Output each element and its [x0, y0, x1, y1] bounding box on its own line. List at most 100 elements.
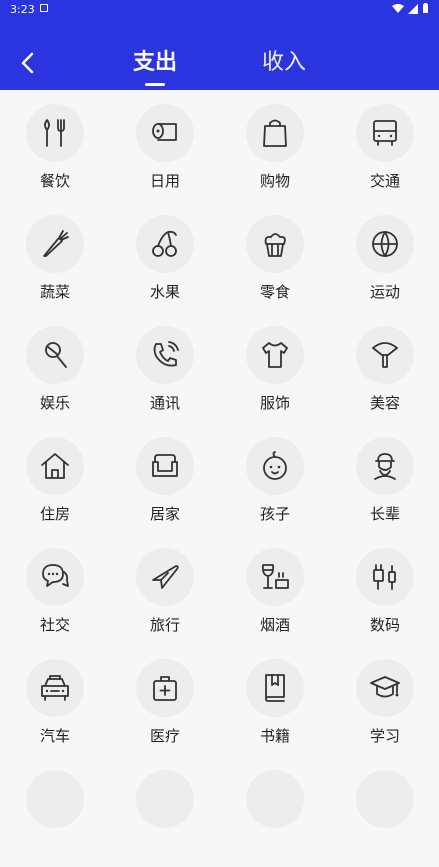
category-item[interactable]: 医疗 — [110, 645, 220, 756]
category-icon-circle — [136, 215, 194, 273]
category-item[interactable]: 交通 — [330, 90, 439, 201]
category-label: 居家 — [149, 505, 180, 523]
tab-expense[interactable]: 支出 — [133, 44, 177, 76]
category-item[interactable]: 美容 — [330, 312, 439, 423]
category-label: 美容 — [369, 394, 400, 412]
category-label: 汽车 — [39, 727, 70, 745]
category-item[interactable]: 零食 — [220, 201, 330, 312]
category-item[interactable]: 长辈 — [330, 423, 439, 534]
category-item[interactable]: 购物 — [220, 90, 330, 201]
category-label: 书籍 — [259, 727, 290, 745]
category-item-partial[interactable] — [220, 756, 330, 867]
category-item[interactable]: 通讯 — [110, 312, 220, 423]
category-label: 长辈 — [369, 505, 400, 523]
category-item[interactable]: 娱乐 — [0, 312, 110, 423]
bus-icon — [373, 120, 397, 146]
car-icon — [41, 675, 69, 701]
category-label: 服饰 — [259, 394, 290, 412]
category-icon-circle — [26, 326, 84, 384]
tissue-roll-icon — [152, 123, 177, 141]
category-icon-circle — [246, 659, 304, 717]
category-item[interactable]: 旅行 — [110, 534, 220, 645]
fan-brush-icon — [372, 342, 398, 368]
category-label: 孩子 — [259, 505, 290, 523]
active-tab-indicator — [145, 83, 165, 86]
status-time: 3:23 — [10, 3, 35, 16]
category-item[interactable]: 蔬菜 — [0, 201, 110, 312]
category-item[interactable]: 书籍 — [220, 645, 330, 756]
signal-icon — [408, 3, 418, 14]
category-item-partial[interactable] — [330, 756, 439, 867]
graduation-cap-icon — [370, 676, 400, 698]
category-label: 学习 — [369, 727, 400, 745]
category-label: 日用 — [149, 172, 180, 190]
category-item[interactable]: 餐饮 — [0, 90, 110, 201]
wifi-icon — [392, 3, 404, 13]
category-icon-circle — [246, 215, 304, 273]
book-icon — [265, 674, 285, 702]
category-item[interactable]: 服饰 — [220, 312, 330, 423]
category-item[interactable]: 学习 — [330, 645, 439, 756]
shopping-bag-icon — [263, 119, 287, 147]
battery-icon — [423, 3, 428, 13]
category-item-partial[interactable] — [110, 756, 220, 867]
category-item[interactable]: 汽车 — [0, 645, 110, 756]
sofa-icon — [152, 454, 178, 477]
category-icon-circle — [356, 104, 414, 162]
category-icon-circle — [356, 659, 414, 717]
chat-bubbles-icon — [42, 564, 69, 587]
category-label: 住房 — [39, 505, 70, 523]
category-icon-circle — [136, 104, 194, 162]
airplane-icon — [152, 565, 179, 589]
category-item[interactable]: 社交 — [0, 534, 110, 645]
category-item[interactable]: 水果 — [110, 201, 220, 312]
notification-icon — [40, 4, 48, 12]
microphone-icon — [45, 342, 67, 368]
tab-income[interactable]: 收入 — [262, 44, 306, 76]
category-icon-circle — [136, 437, 194, 495]
back-arrow-icon[interactable] — [14, 48, 42, 76]
category-item[interactable]: 住房 — [0, 423, 110, 534]
cherry-icon — [152, 230, 177, 257]
carrot-icon — [43, 230, 69, 257]
baby-face-icon — [263, 451, 287, 480]
category-icon-circle — [136, 326, 194, 384]
category-icon-circle — [356, 548, 414, 606]
category-icon-circle — [246, 437, 304, 495]
category-label: 通讯 — [149, 394, 180, 412]
category-item-partial[interactable] — [0, 756, 110, 867]
category-item[interactable]: 居家 — [110, 423, 220, 534]
category-label: 交通 — [369, 172, 400, 190]
category-label: 购物 — [259, 172, 290, 190]
basketball-icon — [372, 231, 398, 257]
category-label: 社交 — [39, 616, 70, 634]
category-icon-circle — [26, 770, 84, 828]
category-icon-circle — [136, 770, 194, 828]
category-icon-circle — [246, 770, 304, 828]
category-label: 蔬菜 — [39, 283, 70, 301]
category-label: 数码 — [369, 616, 400, 634]
category-label: 餐饮 — [39, 172, 70, 190]
system-icons — [392, 3, 429, 14]
category-label: 娱乐 — [39, 394, 70, 412]
category-icon-circle — [356, 437, 414, 495]
category-icon-circle — [356, 326, 414, 384]
medical-bag-icon — [153, 676, 177, 701]
category-icon-circle — [26, 437, 84, 495]
phone-icon — [153, 341, 179, 367]
category-item[interactable]: 日用 — [110, 90, 220, 201]
cupcake-icon — [264, 233, 286, 257]
category-label: 零食 — [259, 283, 290, 301]
header: 支出 收入 — [0, 20, 439, 90]
category-item[interactable]: 数码 — [330, 534, 439, 645]
category-item[interactable]: 运动 — [330, 201, 439, 312]
category-item[interactable]: 烟酒 — [220, 534, 330, 645]
category-label: 医疗 — [149, 727, 180, 745]
category-icon-circle — [136, 659, 194, 717]
category-icon-circle — [356, 215, 414, 273]
utensils-icon — [44, 119, 65, 147]
category-label: 旅行 — [149, 616, 180, 634]
category-item[interactable]: 孩子 — [220, 423, 330, 534]
wine-cigarette-icon — [261, 564, 289, 589]
status-bar: 3:23 — [0, 0, 439, 20]
